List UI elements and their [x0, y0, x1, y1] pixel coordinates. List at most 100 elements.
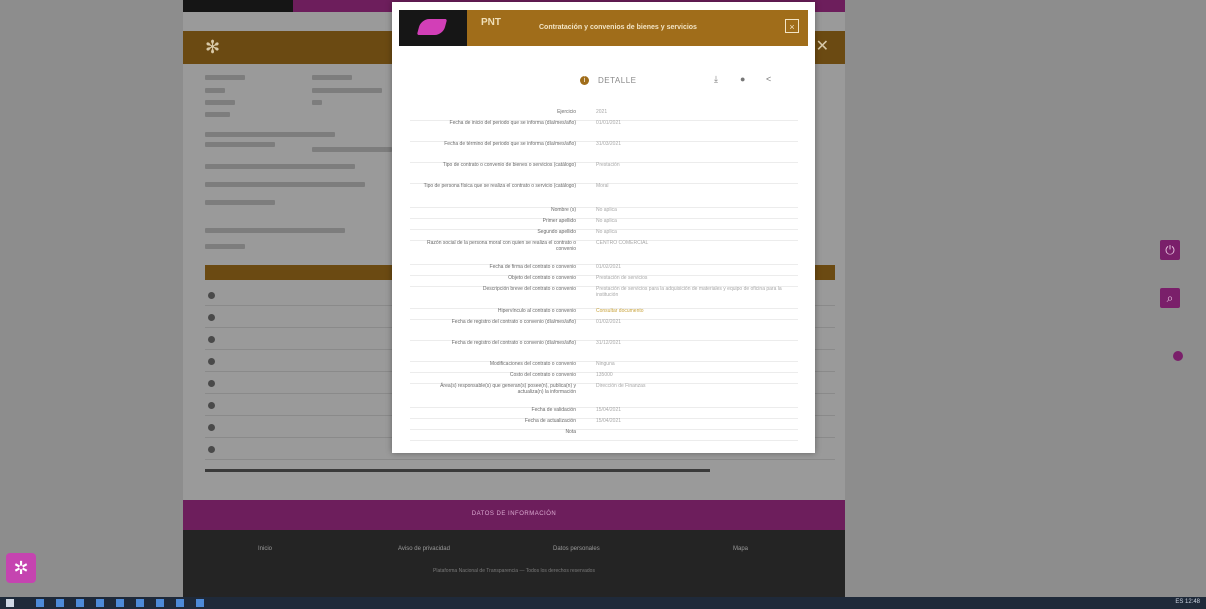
detail-label: Fecha de registro del contrato o conveni… — [451, 340, 576, 346]
share-icon[interactable]: < — [766, 74, 771, 84]
detail-label: Nota — [565, 429, 576, 435]
table-horizontal-scrollbar[interactable] — [205, 469, 710, 472]
detail-link[interactable]: Consultar documento — [596, 308, 786, 314]
bg-info-line — [205, 75, 245, 80]
detail-row: Fecha de término del periodo que se info… — [410, 141, 798, 163]
detail-label: Fecha de firma del contrato o convenio — [489, 264, 576, 270]
bg-info-line — [205, 142, 275, 147]
modal-title: Contratación y convenios de bienes y ser… — [539, 24, 697, 31]
row-view-icon[interactable] — [208, 424, 215, 431]
taskbar-app-icon[interactable] — [116, 599, 124, 607]
detail-row: Tipo de persona física que se realiza el… — [410, 183, 798, 208]
detail-row: Fecha de registro del contrato o conveni… — [410, 340, 798, 362]
row-view-icon[interactable] — [208, 446, 215, 453]
detail-value: 15/04/2021 — [596, 418, 622, 424]
bg-info-line — [205, 182, 365, 187]
detail-row: Tipo de contrato o convenio de bienes o … — [410, 162, 798, 184]
detail-label: Fecha de término del periodo que se info… — [444, 141, 576, 147]
header-logo-icon: ✻ — [205, 37, 221, 57]
detail-value: Moral — [596, 183, 609, 189]
accessibility-icon[interactable]: ✲ — [6, 553, 36, 583]
institution-logo: PNT — [481, 17, 501, 28]
detail-value: 01/01/2021 — [596, 120, 622, 126]
detail-label: Fecha de inicio del periodo que se infor… — [449, 120, 576, 126]
detail-value: No aplica — [596, 207, 617, 213]
detail-row: Área(s) responsable(s) que generan(s) po… — [410, 383, 798, 408]
detail-label: Razón social de la persona moral con qui… — [427, 240, 576, 252]
footer-link[interactable]: Inicio — [258, 546, 272, 552]
detail-row: Razón social de la persona moral con qui… — [410, 240, 798, 265]
detail-label: Modificaciones del contrato o convenio — [489, 361, 576, 367]
bg-info-line — [312, 88, 382, 93]
detail-value: Dirección de Finanzas — [596, 383, 646, 389]
start-icon[interactable] — [6, 599, 14, 607]
footer: Inicio Aviso de privacidad Datos persona… — [183, 530, 845, 597]
bg-info-line — [205, 88, 225, 93]
detail-row: Nota — [410, 429, 798, 441]
search-icon[interactable]: ⌕ — [1160, 288, 1180, 308]
detail-label: Segundo apellido — [537, 229, 576, 235]
bg-info-line — [205, 244, 245, 249]
taskbar-app-icon[interactable] — [176, 599, 184, 607]
detail-value: Prestación de servicios para la adquisic… — [596, 286, 782, 298]
bg-info-line — [312, 75, 352, 80]
detail-value: 01/02/2021 — [596, 264, 622, 270]
system-tray[interactable]: ES 12:48 — [1175, 599, 1200, 605]
detail-value: Ninguna — [596, 361, 615, 367]
detail-label: Descripción breve del contrato o conveni… — [482, 286, 576, 292]
detail-value: 15/04/2021 — [596, 407, 622, 413]
detail-value: CENTRO COMERCIAL — [596, 240, 649, 246]
row-view-icon[interactable] — [208, 402, 215, 409]
detail-label: Ejercicio — [557, 109, 576, 115]
detail-value: 31/12/2021 — [596, 340, 622, 346]
taskbar-app-icon[interactable] — [56, 599, 64, 607]
footer-title: DATOS DE INFORMACIÓN — [471, 511, 557, 517]
detail-value: No aplica — [596, 229, 617, 235]
modal-close-button[interactable]: × — [785, 19, 799, 33]
header-close-icon: ✕ — [815, 38, 829, 55]
brand-block — [183, 0, 293, 12]
detail-modal: PNT Contratación y convenios de bienes y… — [392, 2, 815, 453]
side-dot-icon[interactable] — [1173, 351, 1183, 361]
info-icon: i — [580, 76, 589, 85]
bg-info-line — [205, 228, 345, 233]
download-icon[interactable]: ⤓ — [714, 74, 718, 85]
bg-info-line — [205, 164, 355, 169]
detail-row: Fecha de registro del contrato o conveni… — [410, 319, 798, 341]
footer-link[interactable]: Mapa — [733, 546, 748, 552]
row-view-icon[interactable] — [208, 292, 215, 299]
footer-link[interactable]: Aviso de privacidad — [398, 546, 450, 552]
detail-label: Nombre (s) — [550, 207, 576, 213]
bg-info-line — [312, 100, 322, 105]
detail-row: Descripción breve del contrato o conveni… — [410, 286, 798, 309]
taskbar-app-icon[interactable] — [96, 599, 104, 607]
detail-value: 135000 — [596, 372, 613, 378]
power-icon[interactable]: ⏻ — [1160, 240, 1180, 260]
taskbar-app-icon[interactable] — [136, 599, 144, 607]
bg-info-line — [205, 200, 275, 205]
detail-label: Objeto del contrato o convenio — [508, 275, 576, 281]
detail-value: No aplica — [596, 218, 617, 224]
detail-label: Fecha de validación — [531, 407, 576, 413]
detail-label: Costo del contrato o convenio — [509, 372, 576, 378]
row-view-icon[interactable] — [208, 314, 215, 321]
row-view-icon[interactable] — [208, 358, 215, 365]
taskbar-app-icon[interactable] — [156, 599, 164, 607]
footer-link[interactable]: Datos personales — [553, 546, 600, 552]
bg-info-line — [205, 132, 335, 137]
pnt-logo-icon — [399, 10, 467, 46]
detail-label: Tipo de persona física que se realiza el… — [423, 183, 576, 189]
taskbar-app-icon[interactable] — [196, 599, 204, 607]
taskbar-app-icon[interactable] — [76, 599, 84, 607]
view-icon[interactable]: ● — [740, 74, 745, 84]
detail-row: Fecha de inicio del periodo que se infor… — [410, 120, 798, 142]
section-label: DETALLE — [598, 76, 637, 85]
row-view-icon[interactable] — [208, 336, 215, 343]
detail-value: Prestación de servicios — [596, 275, 648, 281]
detail-label: Primer apellido — [542, 218, 576, 224]
row-view-icon[interactable] — [208, 380, 215, 387]
modal-toolbar: i DETALLE ⤓ ● < — [578, 74, 778, 88]
bg-info-line — [312, 147, 392, 152]
taskbar-app-icon[interactable] — [36, 599, 44, 607]
detail-value: 01/02/2021 — [596, 319, 622, 325]
